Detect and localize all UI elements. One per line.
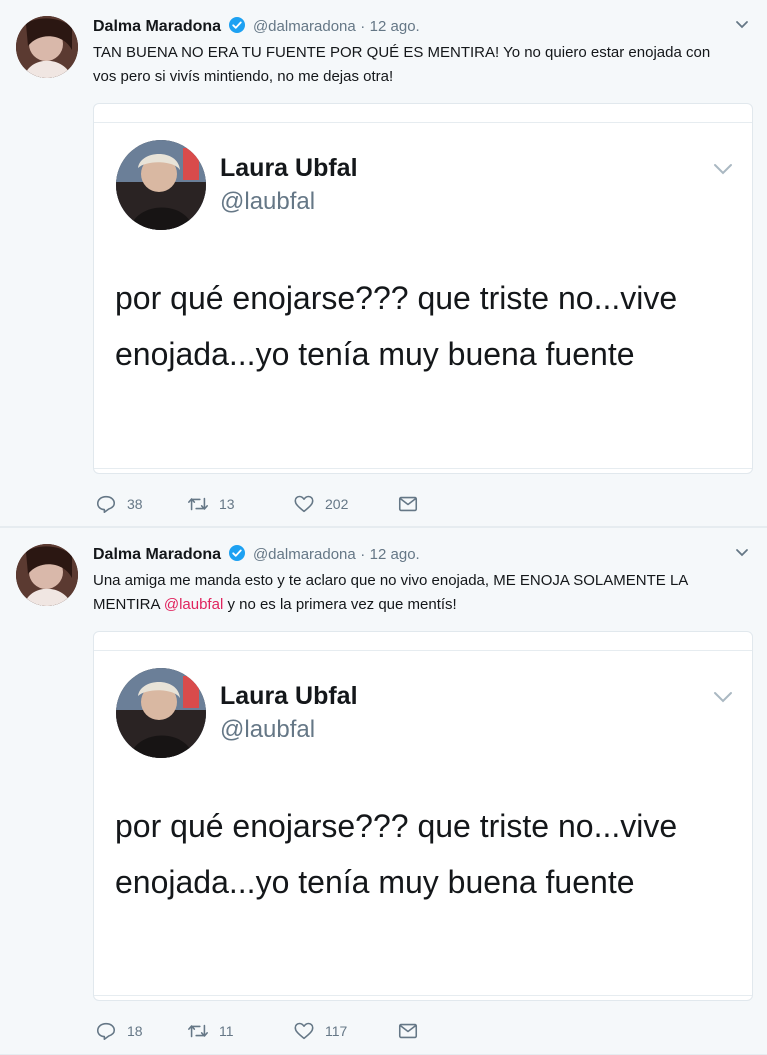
like-icon — [294, 495, 314, 513]
reply-icon — [96, 1022, 116, 1041]
like-button[interactable]: 202 — [293, 493, 373, 515]
reply-button[interactable]: 38 — [95, 493, 157, 515]
quoted-avatar[interactable] — [116, 140, 206, 230]
like-button[interactable]: 117 — [293, 1020, 373, 1042]
retweet-button[interactable]: 11 — [187, 1020, 257, 1042]
card-divider — [94, 122, 752, 123]
quoted-author-handle[interactable]: @laubfal — [220, 716, 315, 744]
chevron-down-icon[interactable] — [712, 162, 734, 176]
reply-button[interactable]: 18 — [95, 1020, 157, 1042]
mention-link[interactable]: @laubfal — [164, 596, 223, 613]
direct-message-button[interactable] — [397, 1020, 419, 1042]
chevron-down-icon[interactable] — [735, 20, 749, 30]
quoted-tweet-card[interactable]: Laura Ubfal @laubfal por qué enojarse???… — [93, 103, 753, 474]
chevron-down-icon[interactable] — [712, 690, 734, 704]
quoted-author-handle[interactable]: @laubfal — [220, 188, 315, 216]
separator-dot: · — [360, 546, 366, 563]
quoted-avatar[interactable] — [116, 668, 206, 758]
tweet-actions: 38 13 202 — [95, 490, 451, 518]
tweet[interactable]: Dalma Maradona @dalmaradona · 12 ago. TA… — [0, 0, 767, 527]
direct-message-button[interactable] — [397, 493, 419, 515]
like-count: 202 — [325, 496, 349, 512]
author-handle[interactable]: @dalmaradona — [253, 546, 356, 563]
retweet-count: 13 — [219, 496, 235, 512]
like-count: 117 — [325, 1023, 348, 1039]
avatar[interactable] — [16, 16, 78, 78]
verified-badge-icon — [228, 17, 245, 33]
quoted-author-name[interactable]: Laura Ubfal — [220, 682, 358, 711]
card-divider — [94, 468, 752, 469]
tweet-header: Dalma Maradona @dalmaradona · 12 ago. — [93, 16, 420, 38]
quoted-tweet-card[interactable]: Laura Ubfal @laubfal por qué enojarse???… — [93, 631, 753, 1001]
reply-icon — [96, 495, 116, 514]
verified-badge-icon — [228, 545, 245, 561]
retweet-icon — [188, 1024, 208, 1038]
tweet-header: Dalma Maradona @dalmaradona · 12 ago. — [93, 544, 420, 566]
tweet-feed: Dalma Maradona @dalmaradona · 12 ago. TA… — [0, 0, 767, 1055]
card-divider — [94, 995, 752, 996]
author-name[interactable]: Dalma Maradona — [93, 546, 221, 563]
reply-count: 18 — [127, 1023, 143, 1039]
author-name[interactable]: Dalma Maradona — [93, 18, 221, 35]
tweet-date[interactable]: 12 ago. — [370, 18, 420, 35]
card-divider — [94, 650, 752, 651]
direct-message-icon — [398, 1023, 418, 1039]
avatar[interactable] — [16, 544, 78, 606]
tweet-actions: 18 11 117 — [95, 1017, 451, 1045]
direct-message-icon — [398, 496, 418, 512]
tweet-text: TAN BUENA NO ERA TU FUENTE POR QUÉ ES ME… — [93, 44, 711, 85]
reply-count: 38 — [127, 496, 143, 512]
retweet-button[interactable]: 13 — [187, 493, 257, 515]
quoted-tweet-text: por qué enojarse??? que triste no...vive… — [115, 808, 678, 900]
retweet-icon — [188, 497, 208, 511]
tweet[interactable]: Dalma Maradona @dalmaradona · 12 ago. Un… — [0, 527, 767, 1055]
author-handle[interactable]: @dalmaradona — [253, 18, 356, 35]
chevron-down-icon[interactable] — [735, 548, 749, 558]
tweet-text: Una amiga me manda esto y te aclaro que … — [93, 569, 733, 617]
tweet-date[interactable]: 12 ago. — [370, 546, 420, 563]
quoted-tweet-text: por qué enojarse??? que triste no...vive… — [115, 280, 678, 372]
separator-dot: · — [360, 18, 366, 35]
tweet-text-part: y no es la primera vez que mentís! — [223, 596, 457, 613]
retweet-count: 11 — [219, 1023, 234, 1039]
quoted-author-name[interactable]: Laura Ubfal — [220, 154, 358, 183]
like-icon — [294, 1022, 314, 1040]
